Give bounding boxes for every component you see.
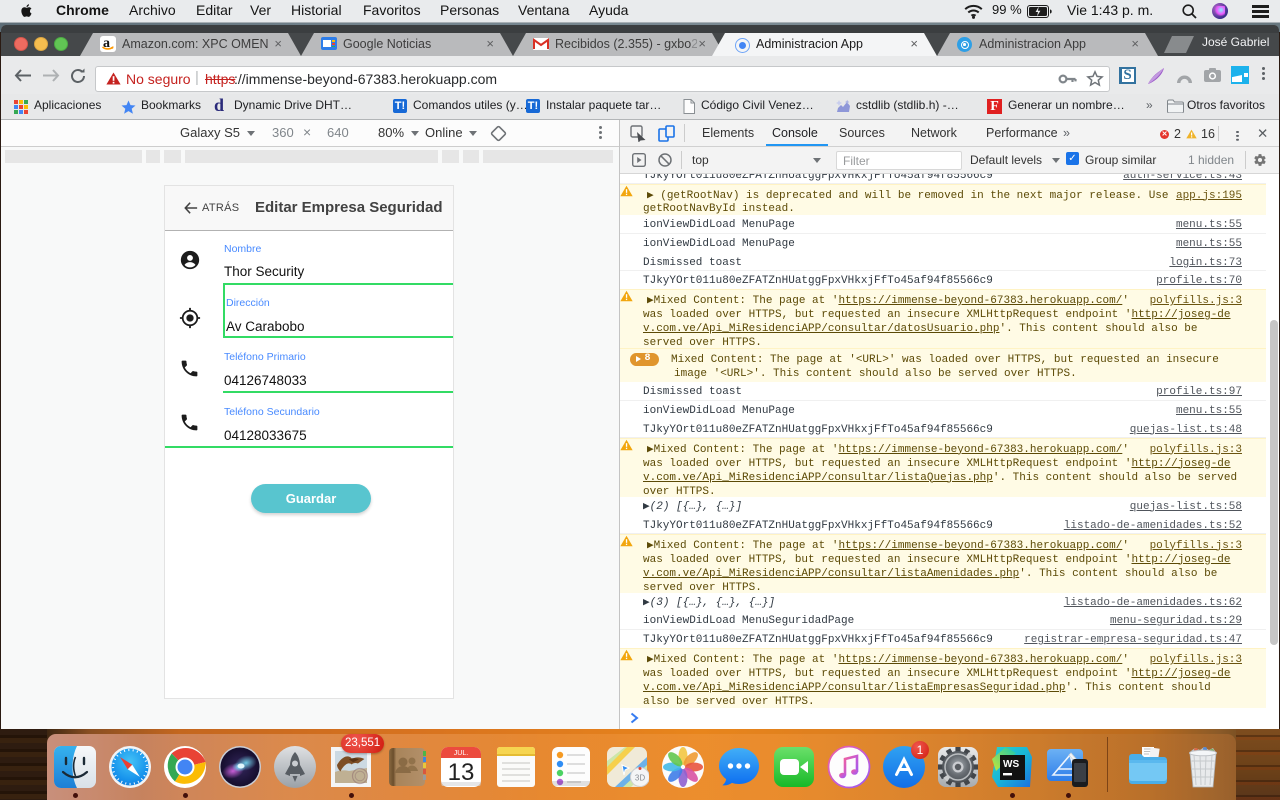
svg-text:13: 13	[448, 759, 475, 786]
svg-text:JUL.: JUL.	[454, 750, 468, 757]
svg-text:3D: 3D	[635, 774, 645, 783]
svg-text:WS: WS	[1003, 759, 1019, 770]
